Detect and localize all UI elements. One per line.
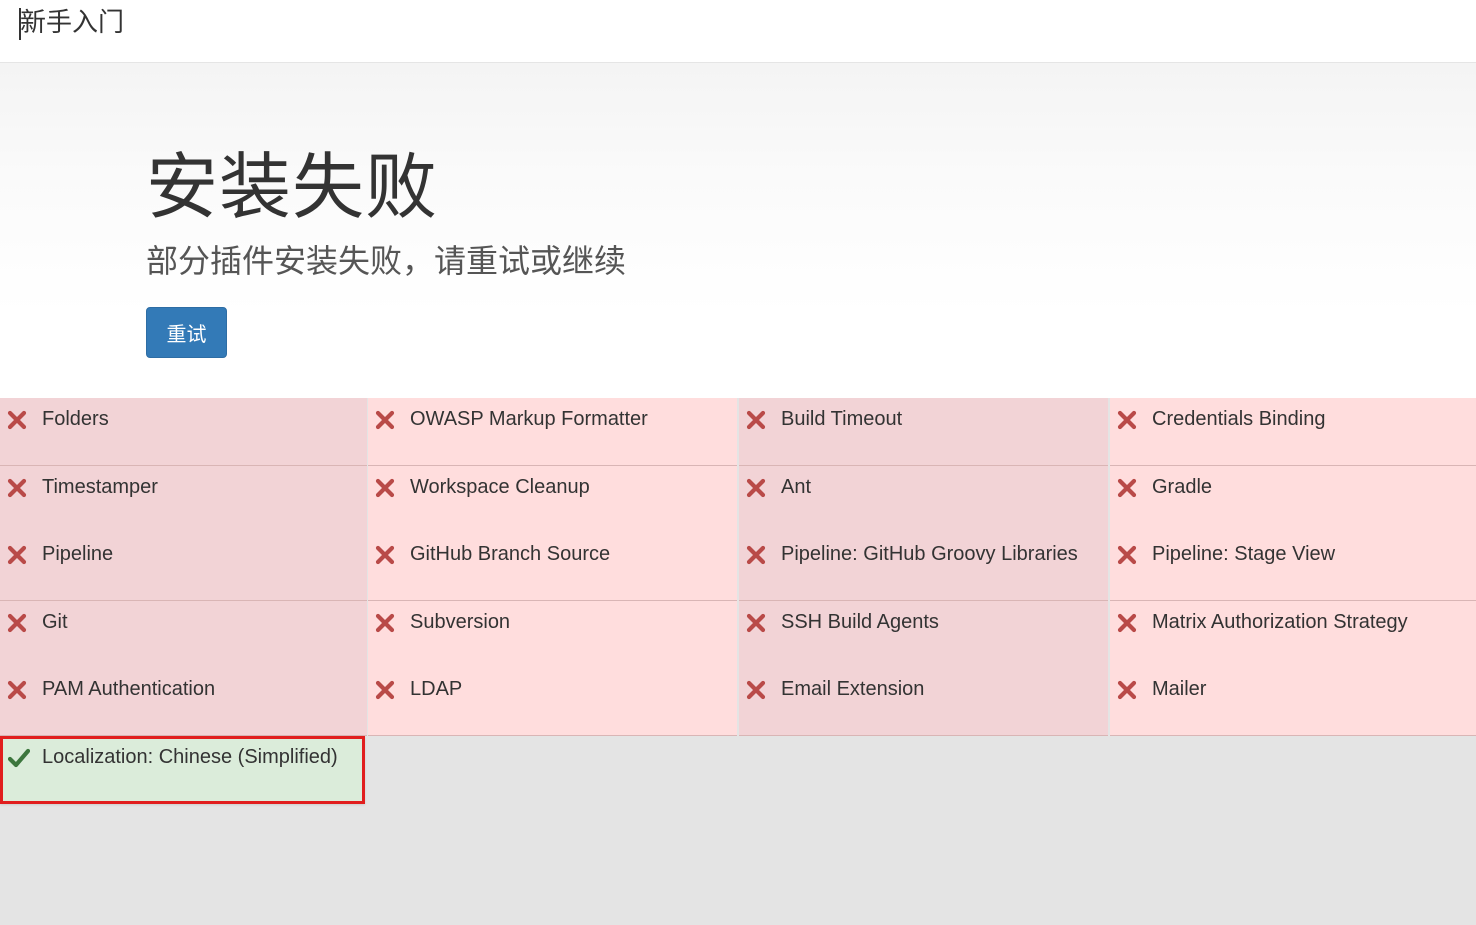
plugin-item: Workspace Cleanup (368, 466, 737, 534)
plugin-name: Folders (42, 408, 109, 430)
plugin-name: LDAP (410, 678, 463, 700)
page-title: 安装失败 (146, 145, 439, 229)
plugin-name: Workspace Cleanup (410, 476, 590, 498)
cross-icon (1117, 478, 1137, 498)
check-icon (7, 748, 31, 768)
top-header: 新手入门 (0, 0, 1476, 63)
plugin-name: Ant (781, 476, 812, 498)
plugin-item: Folders (0, 398, 367, 466)
plugin-item: PAM Authentication (0, 668, 367, 736)
cross-icon (1117, 545, 1137, 565)
plugin-item: Git (0, 601, 367, 669)
plugin-item: Ant (739, 466, 1108, 534)
cross-icon (1117, 613, 1137, 633)
plugin-item: Subversion (368, 601, 737, 669)
plugin-item: Email Extension (739, 668, 1108, 736)
plugin-name: Pipeline: GitHub Groovy Libraries (781, 543, 1078, 565)
plugin-name: Gradle (1152, 476, 1213, 498)
plugin-item: Mailer (1110, 668, 1476, 736)
cross-icon (7, 613, 27, 633)
cross-icon (375, 680, 395, 700)
plugin-item: Build Timeout (739, 398, 1108, 466)
cross-icon (375, 410, 395, 430)
plugin-item: Matrix Authorization Strategy (1110, 601, 1476, 669)
cross-icon (746, 680, 766, 700)
plugin-item: LDAP (368, 668, 737, 736)
plugin-item: Pipeline (0, 533, 367, 601)
cross-icon (746, 613, 766, 633)
cross-icon (746, 478, 766, 498)
cross-icon (7, 478, 27, 498)
page-header-title: 新手入门 (20, 8, 125, 38)
plugin-name: Pipeline (42, 543, 114, 565)
plugin-name: Git (42, 611, 68, 633)
cross-icon (375, 545, 395, 565)
cross-icon (375, 613, 395, 633)
plugin-name: Pipeline: Stage View (1152, 543, 1336, 565)
plugin-name: Credentials Binding (1152, 408, 1326, 430)
plugin-item: Timestamper (0, 466, 367, 534)
plugin-item: Localization: Chinese (Simplified) (0, 736, 365, 804)
plugin-name: SSH Build Agents (781, 611, 939, 633)
cross-icon (7, 545, 27, 565)
status-banner: 安装失败 部分插件安装失败，请重试或继续 重试 (0, 63, 1476, 398)
cross-icon (1117, 410, 1137, 430)
cross-icon (7, 410, 27, 430)
plugin-name: Subversion (410, 611, 511, 633)
plugin-name: Matrix Authorization Strategy (1152, 611, 1408, 633)
plugin-name: Mailer (1152, 678, 1207, 700)
cross-icon (7, 680, 27, 700)
plugin-name: GitHub Branch Source (410, 543, 611, 565)
plugin-name: OWASP Markup Formatter (410, 408, 648, 430)
plugin-item: OWASP Markup Formatter (368, 398, 737, 466)
retry-button[interactable]: 重试 (146, 307, 227, 358)
plugin-item: Pipeline: GitHub Groovy Libraries (739, 533, 1108, 601)
plugin-item: SSH Build Agents (739, 601, 1108, 669)
cross-icon (1117, 680, 1137, 700)
plugin-item: GitHub Branch Source (368, 533, 737, 601)
plugin-name: Email Extension (781, 678, 925, 700)
cross-icon (375, 478, 395, 498)
plugin-name: Build Timeout (781, 408, 903, 430)
plugin-name: PAM Authentication (42, 678, 216, 700)
cross-icon (746, 410, 766, 430)
plugin-item: Credentials Binding (1110, 398, 1476, 466)
page-subtitle: 部分插件安装失败，请重试或继续 (146, 242, 627, 280)
plugin-name: Timestamper (42, 476, 158, 498)
plugin-item: Gradle (1110, 466, 1476, 534)
plugin-name: Localization: Chinese (Simplified) (42, 746, 338, 768)
plugin-item: Pipeline: Stage View (1110, 533, 1476, 601)
cross-icon (746, 545, 766, 565)
